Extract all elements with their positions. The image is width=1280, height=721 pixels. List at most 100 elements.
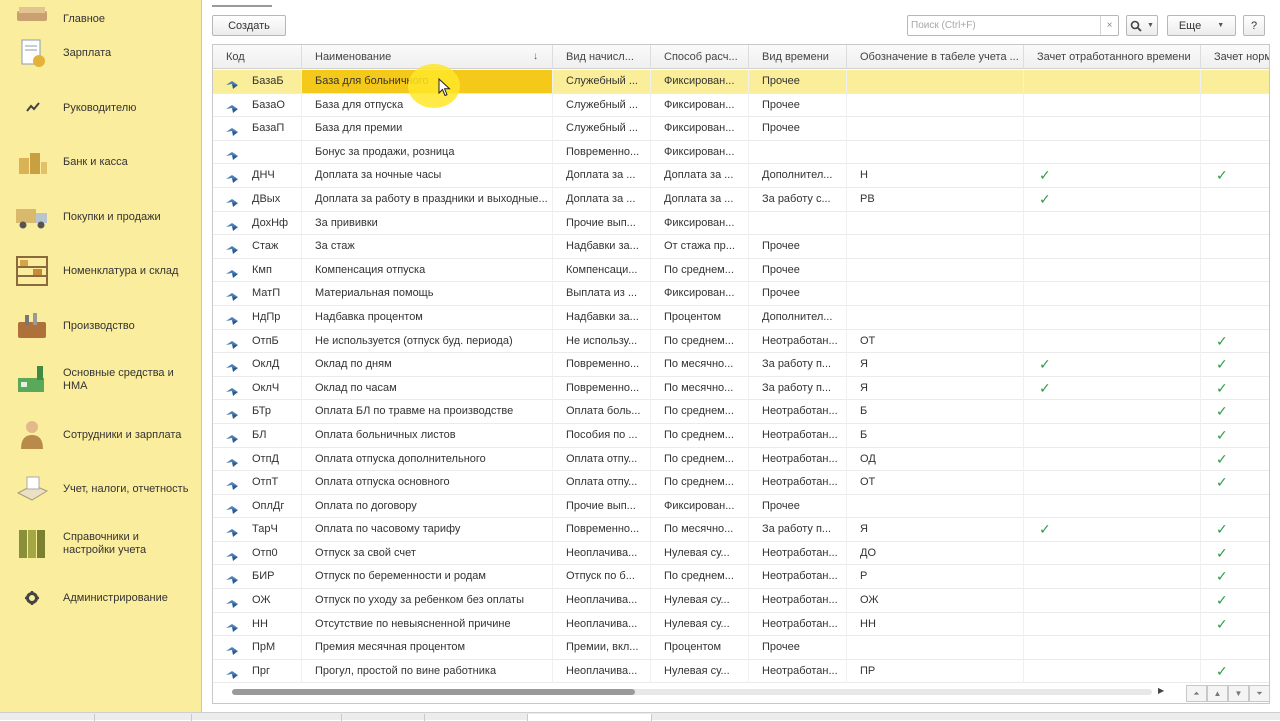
cell-accrual-kind: Выплата из ... — [553, 282, 651, 306]
cell-name: Материальная помощь — [302, 282, 553, 306]
table-row[interactable]: Отп0 Отпуск за свой счет Неоплачива... Нуле… — [213, 541, 1269, 566]
cell-worked-time — [1024, 589, 1201, 613]
cell-code: ПрМ — [213, 636, 302, 660]
table-row[interactable]: БазаБ База для больничного Служебный ... Фи… — [213, 70, 1269, 94]
cell-norm-time: ✓ — [1201, 660, 1269, 683]
table-row[interactable]: ОЖ Отпуск по уходу за ребенком без оплаты… — [213, 589, 1269, 613]
table-row[interactable]: ДВых Доплата за работу в праздники и выхо… — [213, 187, 1269, 212]
cell-time-kind: За работу с... — [749, 187, 847, 211]
cell-text: Стаж — [252, 240, 279, 253]
table-row[interactable]: БИР Отпуск по беременности и родам Отпуск … — [213, 565, 1269, 590]
table-row[interactable]: ОплДг Оплата по договору Прочие вып... Фикс… — [213, 494, 1269, 519]
sidebar-item-3[interactable]: Руководителю — [0, 81, 200, 135]
cell-accrual-kind: Прочие вып... — [553, 494, 651, 518]
sidebar-item-11[interactable]: Справочники и настройки учета — [0, 517, 200, 571]
sidebar-item-5[interactable]: Покупки и продажи — [0, 190, 200, 244]
scroll-right-arrow-icon[interactable]: ▶ — [1158, 686, 1164, 695]
table-row[interactable]: ТарЧ Оплата по часовому тарифу Повременно.… — [213, 518, 1269, 542]
sidebar-item-7[interactable]: Производство — [0, 299, 200, 353]
cell-calc-method: По месячно... — [651, 518, 749, 542]
scroll-up-button[interactable]: ▲ — [1207, 685, 1228, 702]
sidebar: Главное Зарплата Руководителю Банк и касса П… — [0, 0, 202, 712]
cell-accrual-kind: Служебный ... — [553, 117, 651, 141]
header-col-time-kind[interactable]: Вид времени — [749, 45, 847, 69]
checkmark-icon: ✓ — [1216, 356, 1228, 373]
cell-accrual-kind: Надбавки за... — [553, 305, 651, 329]
cell-worked-time — [1024, 140, 1201, 164]
cell-worked-time — [1024, 494, 1201, 518]
scrollbar-thumb[interactable] — [232, 689, 635, 695]
cell-calc-method: По среднем... — [651, 258, 749, 282]
cell-code: БазаО — [213, 93, 302, 117]
table-row[interactable]: НдПр Надбавка процентом Надбавки за... Проц… — [213, 305, 1269, 330]
table-row[interactable]: ОтпД Оплата отпуска дополнительного Оплата… — [213, 447, 1269, 472]
more-button[interactable]: Еще ▼ — [1167, 15, 1236, 36]
sidebar-item-6[interactable]: Номенклатура и склад — [0, 244, 200, 298]
header-col-calc-method[interactable]: Способ расч... — [651, 45, 749, 69]
table-row[interactable]: ОтпТ Оплата отпуска основного Оплата отпу.… — [213, 471, 1269, 495]
table-row[interactable]: БТр Оплата БЛ по травме на производстве Оп… — [213, 400, 1269, 424]
sidebar-item-8[interactable]: Основные средства и НМА — [0, 353, 200, 407]
help-button[interactable]: ? — [1243, 15, 1265, 36]
cell-accrual-kind: Доплата за ... — [553, 164, 651, 188]
cell-text: НдПр — [252, 310, 281, 323]
search-clear-button[interactable]: × — [1100, 16, 1118, 35]
sidebar-item-2[interactable]: Зарплата — [0, 26, 200, 80]
accrual-type-icon — [225, 430, 239, 443]
header-col-norm-time[interactable]: Зачет норм — [1201, 45, 1269, 69]
table-row[interactable]: Стаж За стаж Надбавки за... От стажа пр... П… — [213, 235, 1269, 259]
cell-time-kind: Неотработан... — [749, 589, 847, 613]
sidebar-item-12[interactable]: Администрирование — [0, 571, 200, 625]
cell-name: База для отпуска — [302, 93, 553, 117]
cell-timesheet-mark: ОД — [847, 447, 1024, 471]
cell-worked-time — [1024, 541, 1201, 565]
header-col-worked-time[interactable]: Зачет отработанного времени — [1024, 45, 1201, 69]
cell-name: За прививки — [302, 211, 553, 235]
search-icon — [1130, 20, 1142, 32]
cell-time-kind: Неотработан... — [749, 471, 847, 495]
sidebar-item-10[interactable]: Учет, налоги, отчетность — [0, 462, 200, 516]
table-row[interactable]: БазаО База для отпуска Служебный ... Фиксир… — [213, 93, 1269, 118]
cell-accrual-kind: Доплата за ... — [553, 187, 651, 211]
accrual-type-icon — [225, 76, 239, 89]
cell-text: ТарЧ — [252, 523, 278, 536]
table-row[interactable]: БЛ Оплата больничных листов Пособия по ...… — [213, 423, 1269, 448]
scroll-to-top-button[interactable]: ⏶ — [1186, 685, 1207, 702]
cell-calc-method: По среднем... — [651, 471, 749, 495]
search-input[interactable] — [908, 16, 1098, 35]
table-row[interactable]: ДохНф За прививки Прочие вып... Фиксирован.… — [213, 211, 1269, 236]
table-row[interactable]: НН Отсутствие по невыясненной причине Неоп… — [213, 612, 1269, 637]
table-row[interactable]: ДНЧ Доплата за ночные часы Доплата за ... Д… — [213, 164, 1269, 188]
employee-icon — [13, 417, 51, 453]
header-col-name[interactable]: Наименование ↓ — [302, 45, 553, 69]
sidebar-item-label: Учет, налоги, отчетность — [63, 482, 189, 495]
cell-worked-time — [1024, 659, 1201, 683]
create-button[interactable]: Создать — [212, 15, 286, 36]
table-row[interactable]: ОклЧ Оклад по часам Повременно... По месячн… — [213, 376, 1269, 401]
header-col-accrual-kind[interactable]: Вид начисл... — [553, 45, 651, 69]
cell-code: НН — [213, 612, 302, 636]
cell-worked-time — [1024, 423, 1201, 447]
header-col-timesheet-mark[interactable]: Обозначение в табеле учета ... — [847, 45, 1024, 69]
scroll-to-bottom-button[interactable]: ⏷ — [1249, 685, 1270, 702]
accrual-type-icon — [225, 336, 239, 349]
cell-code: ОтпТ — [213, 471, 302, 495]
table-row[interactable]: ОклД Оклад по дням Повременно... По месячно… — [213, 353, 1269, 377]
cell-time-kind: Неотработан... — [749, 400, 847, 424]
sidebar-item-4[interactable]: Банк и касса — [0, 135, 200, 189]
table-row[interactable]: МатП Материальная помощь Выплата из ... Фик… — [213, 282, 1269, 306]
checkmark-icon: ✓ — [1216, 403, 1228, 420]
sidebar-item-9[interactable]: Сотрудники и зарплата — [0, 408, 200, 462]
table-row[interactable]: Бонус за продажи, розница Повременно... Фи… — [213, 140, 1269, 165]
find-button[interactable]: ▼ — [1126, 15, 1158, 36]
cell-calc-method: Фиксирован... — [651, 70, 749, 93]
table-row[interactable]: ОтпБ Не используется (отпуск буд. периода… — [213, 329, 1269, 354]
cell-text: БЛ — [252, 428, 267, 441]
header-col-code[interactable]: Код — [213, 45, 302, 69]
scroll-down-button[interactable]: ▼ — [1228, 685, 1249, 702]
table-row[interactable]: ПрМ Премия месячная процентом Премии, вкл.… — [213, 636, 1269, 660]
table-row[interactable]: Кмп Компенсация отпуска Компенсаци... По ср… — [213, 258, 1269, 283]
table-row[interactable]: БазаП База для премии Служебный ... Фиксиро… — [213, 117, 1269, 141]
horizontal-scrollbar[interactable] — [232, 689, 1152, 695]
table-row[interactable]: Прг Прогул, простой по вине работника Неоп… — [213, 659, 1269, 684]
